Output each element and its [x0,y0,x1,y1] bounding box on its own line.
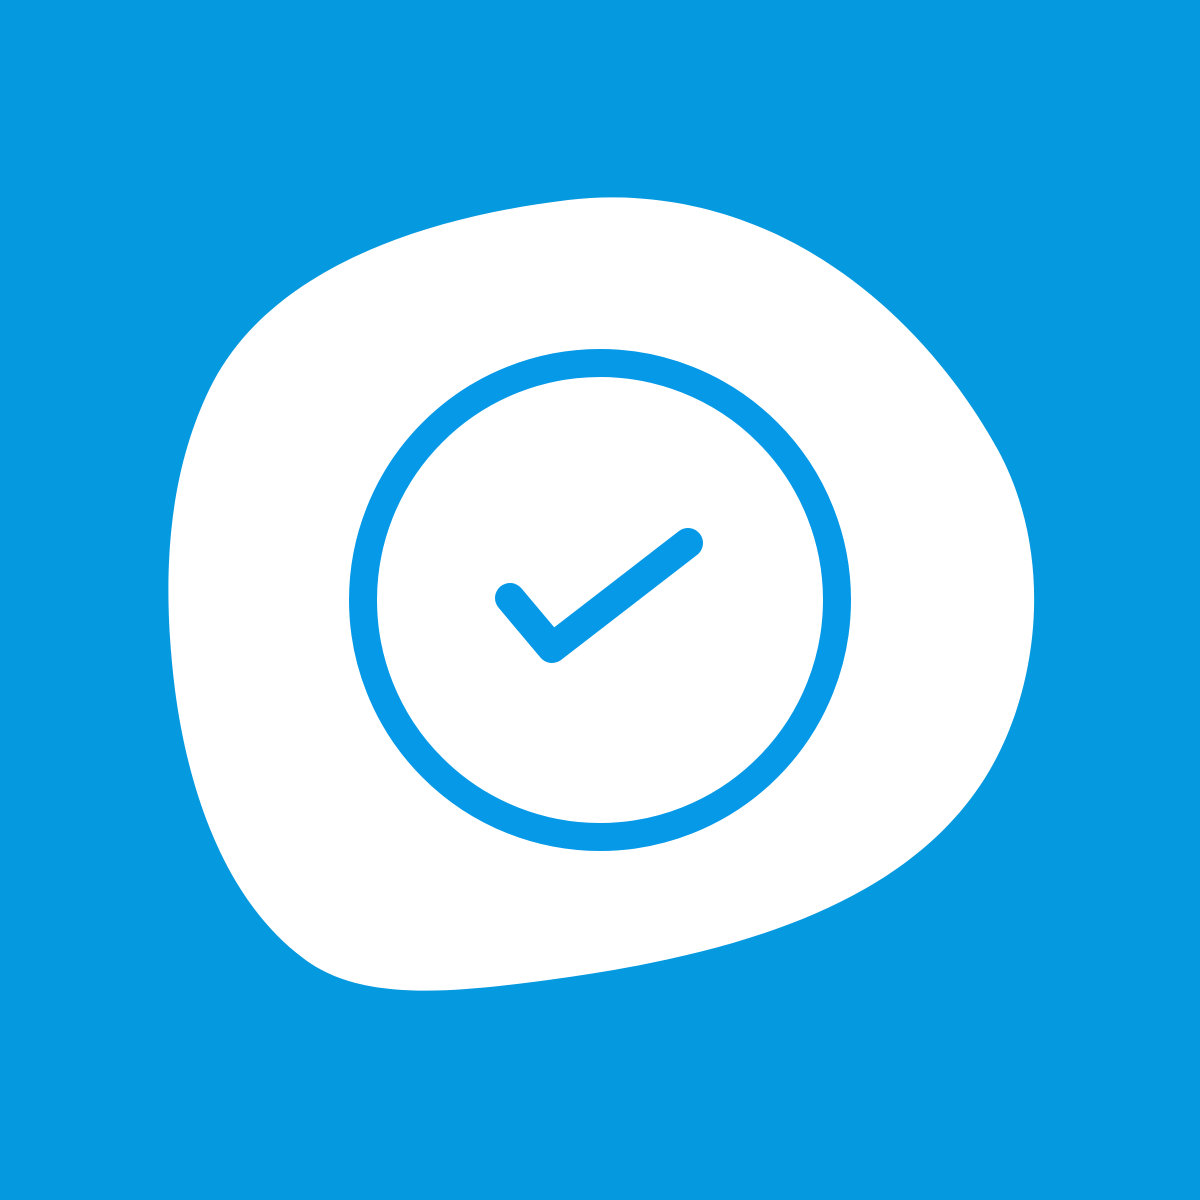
app-icon-graphic [168,197,1035,991]
app-icon [0,0,1200,1200]
